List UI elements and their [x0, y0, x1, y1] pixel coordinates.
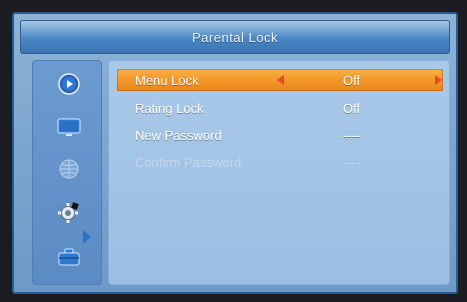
menu-row-menu-lock[interactable]: Menu Lock Off	[117, 69, 443, 91]
confirm-password-value: ----	[343, 154, 361, 170]
menu-row-confirm-password: Confirm Password ----	[117, 151, 443, 173]
gear-icon[interactable]	[56, 201, 82, 223]
sidebar	[32, 60, 102, 285]
menu-lock-label: Menu Lock	[135, 72, 199, 88]
chevron-left-icon[interactable]	[277, 75, 284, 85]
globe-icon[interactable]	[56, 158, 82, 180]
confirm-password-label: Confirm Password	[135, 154, 242, 170]
rating-lock-value[interactable]: Off	[343, 101, 393, 116]
rating-lock-label: Rating Lock	[135, 100, 204, 116]
new-password-label: New Password	[135, 127, 222, 143]
menu-row-rating-lock[interactable]: Rating Lock Off	[117, 97, 443, 119]
chevron-right-icon[interactable]	[435, 75, 442, 85]
toolbox-icon[interactable]	[56, 246, 82, 268]
menu-row-new-password[interactable]: New Password ----	[117, 124, 443, 146]
selected-indicator-arrow	[83, 230, 91, 244]
new-password-value[interactable]: ----	[343, 128, 393, 143]
settings-panel: Menu Lock Off Rating Lock Off New Passwo…	[108, 60, 450, 285]
menu-lock-value[interactable]: Off	[343, 73, 393, 88]
menu-screen: Parental Lock Menu Lock Off Rating Lock …	[12, 12, 458, 294]
tv-screen-icon[interactable]	[56, 116, 82, 138]
play-circle-icon[interactable]	[56, 73, 82, 95]
page-title: Parental Lock	[192, 29, 278, 45]
title-bar: Parental Lock	[20, 20, 450, 54]
